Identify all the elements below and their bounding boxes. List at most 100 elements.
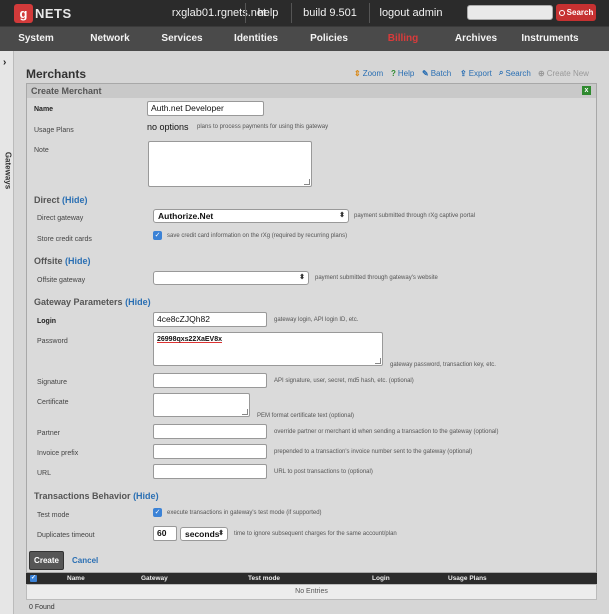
menu-billing[interactable]: Billing xyxy=(372,27,434,52)
gateways-rail-label[interactable]: Gateways xyxy=(4,151,13,191)
url-input[interactable] xyxy=(153,464,267,479)
offsite-gateway-hint: payment submitted through gateway's webs… xyxy=(315,275,438,281)
direct-section-title: Direct xyxy=(34,195,60,205)
help-tool[interactable]: ? Help xyxy=(391,67,414,79)
duplicates-timeout-input[interactable]: 60 xyxy=(153,526,177,541)
test-mode-checkbox[interactable]: ✓ xyxy=(153,508,162,517)
panel-title: Create Merchant xyxy=(31,86,102,96)
certificate-hint: PEM format certificate text (optional) xyxy=(257,413,355,419)
name-input[interactable]: Auth.net Developer xyxy=(147,101,264,116)
resize-handle-icon[interactable] xyxy=(304,179,310,185)
build-link[interactable]: build 9.501 xyxy=(294,0,366,26)
invoice-prefix-hint: prepended to a transaction's invoice num… xyxy=(274,449,473,455)
global-search-button[interactable]: Search xyxy=(556,4,596,21)
side-rail: › Gateways xyxy=(0,51,14,614)
resize-handle-icon[interactable] xyxy=(375,358,381,364)
create-button[interactable]: Create xyxy=(29,551,64,570)
zoom-label: Zoom xyxy=(362,68,384,78)
select-arrows-icon: ⬍ xyxy=(218,530,224,537)
column-name[interactable]: Name xyxy=(67,575,85,582)
password-textarea[interactable]: 26998qxs22XaEV8x xyxy=(153,332,383,366)
url-hint: URL to post transactions to (optional) xyxy=(274,469,373,475)
zoom-tool[interactable]: ⇕ Zoom xyxy=(354,67,383,79)
certificate-textarea[interactable] xyxy=(153,393,250,417)
divider xyxy=(245,3,246,23)
password-label: Password xyxy=(37,338,68,345)
params-hide-link[interactable]: (Hide) xyxy=(125,297,151,307)
menu-archives[interactable]: Archives xyxy=(445,27,507,52)
column-test-mode[interactable]: Test mode xyxy=(248,575,280,582)
chevron-right-icon[interactable]: › xyxy=(3,57,6,68)
invoice-prefix-input[interactable] xyxy=(153,444,267,459)
direct-hide-link[interactable]: (Hide) xyxy=(62,195,88,205)
export-icon: ⇪ xyxy=(460,68,467,78)
create-new-label: Create New xyxy=(546,68,589,78)
url-label: URL xyxy=(37,470,52,477)
direct-gateway-select[interactable]: Authorize.Net ⬍ xyxy=(153,209,349,223)
duplicates-unit-select[interactable]: seconds ⬍ xyxy=(180,527,228,541)
search-icon: ⌕ xyxy=(499,68,504,77)
transactions-section-heading: Transactions Behavior (Hide) xyxy=(34,491,159,501)
offsite-hide-link[interactable]: (Hide) xyxy=(65,256,91,266)
partner-input[interactable] xyxy=(153,424,267,439)
transactions-hide-link[interactable]: (Hide) xyxy=(133,491,159,501)
store-cards-checkbox[interactable]: ✓ xyxy=(153,231,162,240)
direct-section-heading: Direct (Hide) xyxy=(34,195,88,205)
page-title: Merchants xyxy=(26,67,87,81)
close-icon[interactable]: x xyxy=(582,86,591,95)
logout-link[interactable]: logout admin xyxy=(374,0,448,26)
search-label: Search xyxy=(505,68,531,78)
help-link[interactable]: help xyxy=(248,0,288,26)
name-label: Name xyxy=(34,106,54,113)
login-hint: gateway login, API login ID, etc. xyxy=(274,317,359,323)
direct-gateway-value: Authorize.Net xyxy=(158,211,214,221)
search-icon xyxy=(558,10,565,16)
select-all-checkbox[interactable]: ✓ xyxy=(30,575,37,582)
menu-instruments[interactable]: Instruments xyxy=(515,27,585,52)
batch-tool[interactable]: ✎ Batch xyxy=(422,67,451,79)
column-usage-plans[interactable]: Usage Plans xyxy=(448,575,487,582)
search-button-label: Search xyxy=(566,8,594,17)
test-mode-hint: execute transactions in gateway's test m… xyxy=(167,510,322,516)
create-merchant-panel: Create Merchant x Name Auth.net Develope… xyxy=(26,83,597,573)
rgnets-logo[interactable]: g NETS xyxy=(14,3,72,23)
resize-handle-icon[interactable] xyxy=(242,409,248,415)
duplicates-timeout-hint: time to ignore subsequent charges for th… xyxy=(234,531,397,537)
cancel-link[interactable]: Cancel xyxy=(72,556,98,565)
zoom-icon: ⇕ xyxy=(354,68,361,78)
column-login[interactable]: Login xyxy=(372,575,390,582)
usage-plans-label: Usage Plans xyxy=(34,127,74,134)
offsite-gateway-select[interactable]: ⬍ xyxy=(153,271,309,285)
menu-services[interactable]: Services xyxy=(152,27,212,52)
panel-header: Create Merchant x xyxy=(27,84,596,98)
menu-identities[interactable]: Identities xyxy=(224,27,288,52)
plus-icon: ⊕ xyxy=(538,68,545,78)
test-mode-label: Test mode xyxy=(37,512,70,519)
logo-mark: g xyxy=(14,3,33,23)
login-input[interactable]: 4ce8cZJQh82 xyxy=(153,312,267,327)
note-textarea[interactable] xyxy=(148,141,312,187)
help-icon: ? xyxy=(391,68,396,78)
search-tool[interactable]: ⌕ Search xyxy=(499,67,531,79)
global-search-input[interactable] xyxy=(467,5,553,20)
merchants-table-header: ✓ Name Gateway Test mode Login Usage Pla… xyxy=(26,573,597,584)
menu-system[interactable]: System xyxy=(6,27,66,52)
invoice-prefix-label: Invoice prefix xyxy=(37,450,79,457)
password-value: 26998qxs22XaEV8x xyxy=(157,336,222,343)
menu-network[interactable]: Network xyxy=(80,27,140,52)
result-count: 0 Found xyxy=(29,604,55,611)
top-bar: g NETS rxglab01.rgnets.net help build 9.… xyxy=(0,0,609,26)
create-new-tool: ⊕ Create New xyxy=(538,67,589,79)
signature-input[interactable] xyxy=(153,373,267,388)
transactions-section-title: Transactions Behavior xyxy=(34,491,131,501)
column-gateway[interactable]: Gateway xyxy=(141,575,168,582)
batch-icon: ✎ xyxy=(422,68,429,78)
params-section-title: Gateway Parameters xyxy=(34,297,123,307)
note-label: Note xyxy=(34,147,49,154)
menu-policies[interactable]: Policies xyxy=(298,27,360,52)
offsite-section-title: Offsite xyxy=(34,256,63,266)
duplicates-unit-value: seconds xyxy=(185,529,220,539)
password-hint: gateway password, transaction key, etc. xyxy=(390,362,496,368)
direct-gateway-label: Direct gateway xyxy=(37,215,84,222)
export-tool[interactable]: ⇪ Export xyxy=(460,67,492,79)
